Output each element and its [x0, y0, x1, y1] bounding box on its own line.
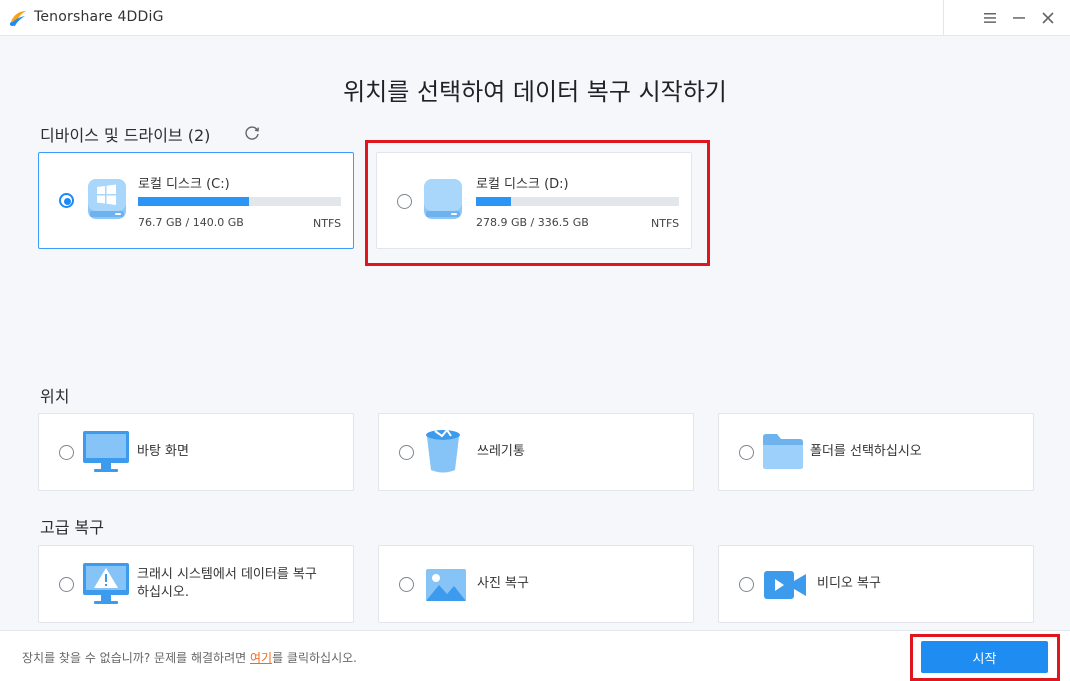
photo-radio[interactable]	[399, 577, 414, 592]
photo-icon	[426, 569, 466, 601]
page-title: 위치를 선택하여 데이터 복구 시작하기	[343, 78, 727, 106]
drive-c-name: 로컬 디스크 (C:)	[138, 177, 230, 192]
video-radio[interactable]	[739, 577, 754, 592]
crash-system-radio[interactable]	[59, 577, 74, 592]
location-card-folder[interactable]: 폴더를 선택하십시오	[718, 413, 1034, 491]
photo-label: 사진 복구	[477, 576, 529, 591]
folder-icon	[763, 434, 803, 469]
advanced-card-photo[interactable]: 사진 복구	[378, 545, 694, 623]
drive-d-radio[interactable]	[397, 194, 412, 209]
location-card-desktop[interactable]: 바탕 화면	[38, 413, 354, 491]
location-card-recycle-bin[interactable]: 쓰레기통	[378, 413, 694, 491]
windows-drive-icon	[88, 179, 126, 219]
menu-button[interactable]	[978, 6, 1002, 30]
crash-system-label-line2: 하십시오.	[137, 585, 189, 600]
help-link[interactable]: 여기	[250, 651, 272, 665]
advanced-card-video[interactable]: 비디오 복구	[718, 545, 1034, 623]
drive-c-radio[interactable]	[59, 193, 74, 208]
drive-d-usage-bar	[476, 197, 679, 206]
drive-c-filesystem: NTFS	[313, 217, 342, 230]
minimize-icon	[1013, 17, 1025, 19]
app-title: Tenorshare 4DDiG	[34, 9, 164, 25]
refresh-icon[interactable]	[243, 124, 261, 142]
drive-d-name: 로컬 디스크 (D:)	[476, 177, 569, 192]
drive-c-usage-bar	[138, 197, 341, 206]
video-label: 비디오 복구	[817, 576, 881, 591]
start-button[interactable]: 시작	[921, 641, 1048, 673]
folder-label: 폴더를 선택하십시오	[810, 444, 922, 459]
drive-d-size: 278.9 GB / 336.5 GB	[476, 216, 589, 229]
drive-d-usage-fill	[476, 197, 511, 206]
minimize-button[interactable]	[1007, 6, 1031, 30]
app-logo-icon	[10, 11, 26, 26]
recycle-bin-icon	[426, 428, 460, 473]
crash-warning-monitor-icon	[83, 563, 129, 604]
desktop-radio[interactable]	[59, 445, 74, 460]
drive-card-c[interactable]: 로컬 디스크 (C:) 76.7 GB / 140.0 GB NTFS	[38, 152, 354, 249]
recycle-bin-radio[interactable]	[399, 445, 414, 460]
devices-section-label: 디바이스 및 드라이브 (2)	[40, 126, 211, 145]
location-section-label: 위치	[40, 387, 70, 406]
hamburger-menu-icon	[984, 13, 996, 23]
close-icon	[1042, 12, 1054, 24]
crash-system-label-line1: 크래시 시스템에서 데이터를 복구	[137, 567, 317, 582]
footer-text-before: 장치를 찾을 수 없습니까? 문제를 해결하려면	[22, 651, 250, 665]
footer-bar: 장치를 찾을 수 없습니까? 문제를 해결하려면 여기를 클릭하십시오. 시작	[0, 630, 1070, 681]
drive-c-size: 76.7 GB / 140.0 GB	[138, 216, 244, 229]
desktop-label: 바탕 화면	[137, 444, 189, 459]
drive-card-d[interactable]: 로컬 디스크 (D:) 278.9 GB / 336.5 GB NTFS	[376, 152, 692, 249]
folder-radio[interactable]	[739, 445, 754, 460]
drive-d-filesystem: NTFS	[651, 217, 680, 230]
advanced-card-crash-system[interactable]: 크래시 시스템에서 데이터를 복구 하십시오.	[38, 545, 354, 623]
title-bar: Tenorshare 4DDiG	[0, 0, 1070, 36]
footer-text-after: 를 클릭하십시오.	[272, 651, 357, 665]
desktop-monitor-icon	[83, 431, 129, 472]
hard-drive-icon	[424, 179, 462, 219]
video-camera-icon	[764, 571, 806, 599]
advanced-section-label: 고급 복구	[40, 518, 104, 537]
close-button[interactable]	[1036, 6, 1060, 30]
recycle-bin-label: 쓰레기통	[477, 444, 525, 459]
drive-c-usage-fill	[138, 197, 250, 206]
title-bar-divider	[943, 0, 944, 36]
footer-help-text: 장치를 찾을 수 없습니까? 문제를 해결하려면 여기를 클릭하십시오.	[22, 649, 357, 666]
